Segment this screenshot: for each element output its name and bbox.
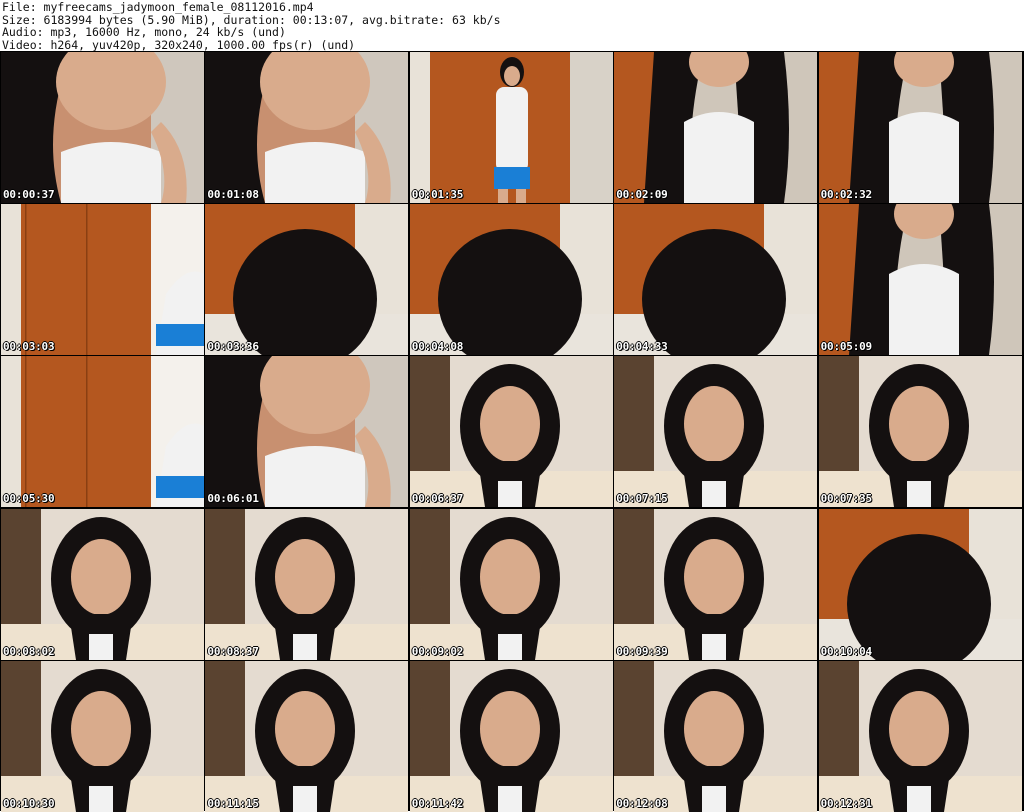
thumbnail-frame-image — [205, 52, 409, 203]
audio-info-line: Audio: mp3, 16000 Hz, mono, 24 kb/s (und… — [2, 25, 286, 39]
video-thumbnail: 00:06:01 — [205, 356, 409, 508]
video-thumbnail: 00:10:30 — [1, 660, 204, 812]
video-info-line: Video: h264, yuv420p, 320x240, 1000.00 f… — [2, 37, 356, 52]
video-thumbnail: 00:02:32 — [818, 52, 1022, 203]
thumbnail-frame-image — [409, 204, 613, 356]
video-thumbnail: 00:08:02 — [1, 508, 204, 660]
video-thumbnail: 00:08:37 — [205, 508, 409, 660]
thumbnail-timestamp: 00:07:15 — [616, 492, 668, 506]
thumbnail-timestamp: 00:10:30 — [3, 796, 55, 810]
thumbnail-timestamp: 00:00:37 — [3, 188, 55, 201]
video-thumbnail: 00:05:09 — [818, 204, 1022, 356]
video-thumbnail: 00:09:39 — [614, 508, 818, 660]
video-thumbnail: 00:04:08 — [409, 204, 613, 356]
thumbnail-grid: 00:00:37 00:01:08 00:01:35 00:02:09 00:0… — [0, 51, 1024, 812]
video-thumbnail: 00:07:15 — [614, 356, 818, 508]
thumbnail-frame-image — [409, 508, 613, 660]
thumbnail-timestamp: 00:08:37 — [207, 644, 259, 658]
thumbnail-frame-image — [1, 52, 204, 203]
thumbnail-frame-image — [818, 660, 1022, 812]
thumbnail-frame-image — [1, 204, 204, 356]
thumbnail-frame-image — [409, 660, 613, 812]
thumbnail-timestamp: 00:04:08 — [411, 340, 464, 354]
thumbnail-timestamp: 00:11:42 — [411, 796, 464, 810]
video-thumbnail: 00:05:30 — [1, 356, 204, 508]
thumbnail-timestamp: 00:09:02 — [411, 644, 464, 658]
video-thumbnail: 00:04:33 — [614, 204, 818, 356]
video-thumbnail: 00:09:02 — [409, 508, 613, 660]
thumbnail-frame-image — [614, 660, 818, 812]
thumbnail-timestamp: 00:05:30 — [3, 492, 55, 506]
thumbnail-frame-image — [614, 204, 818, 356]
thumbnail-frame-image — [818, 356, 1022, 508]
file-name-line: File: myfreecams_jadymoon_female_0811201… — [2, 0, 314, 14]
video-thumbnail: 00:12:31 — [818, 660, 1022, 812]
thumbnail-frame-image — [1, 660, 204, 812]
thumbnail-timestamp: 00:12:08 — [616, 796, 668, 810]
thumbnail-frame-image — [409, 356, 613, 508]
thumbnail-timestamp: 00:11:15 — [207, 796, 259, 810]
thumbnail-frame-image — [1, 356, 204, 508]
video-thumbnail: 00:03:36 — [205, 204, 409, 356]
thumbnail-timestamp: 00:05:09 — [820, 340, 873, 354]
thumbnail-timestamp: 00:01:08 — [207, 188, 259, 201]
video-thumbnail: 00:10:04 — [818, 508, 1022, 660]
thumbnail-timestamp: 00:06:01 — [207, 492, 259, 506]
thumbnail-frame-image — [409, 52, 613, 203]
thumbnail-timestamp: 00:03:03 — [3, 340, 55, 354]
thumbnail-frame-image — [818, 204, 1022, 356]
thumbnail-frame-image — [614, 356, 818, 508]
thumbnail-frame-image — [205, 204, 409, 356]
video-thumbnail: 00:01:08 — [205, 52, 409, 203]
thumbnail-timestamp: 00:07:35 — [820, 492, 873, 506]
video-thumbnail: 00:00:37 — [1, 52, 204, 203]
thumbnail-timestamp: 00:06:37 — [411, 492, 464, 506]
video-thumbnail: 00:07:35 — [818, 356, 1022, 508]
thumbnail-timestamp: 00:12:31 — [820, 796, 873, 810]
thumbnail-timestamp: 00:10:04 — [820, 644, 873, 658]
thumbnail-timestamp: 00:03:36 — [207, 340, 259, 354]
video-thumbnail: 00:11:42 — [409, 660, 613, 812]
thumbnail-frame-image — [205, 508, 409, 660]
video-thumbnail: 00:11:15 — [205, 660, 409, 812]
thumbnail-timestamp: 00:02:09 — [616, 188, 668, 201]
thumbnail-frame-image — [818, 508, 1022, 660]
thumbnail-frame-image — [614, 52, 818, 203]
video-thumbnail: 00:03:03 — [1, 204, 204, 356]
video-thumbnail: 00:06:37 — [409, 356, 613, 508]
thumbnail-frame-image — [205, 356, 409, 508]
video-thumbnail: 00:01:35 — [409, 52, 613, 203]
thumbnail-timestamp: 00:08:02 — [3, 644, 55, 658]
thumbnail-frame-image — [818, 52, 1022, 203]
video-info-header: File: myfreecams_jadymoon_female_0811201… — [2, 1, 1022, 51]
video-thumbnail: 00:02:09 — [614, 52, 818, 203]
thumbnail-timestamp: 00:04:33 — [616, 340, 668, 354]
video-thumbnail: 00:12:08 — [614, 660, 818, 812]
thumbnail-timestamp: 00:09:39 — [616, 644, 668, 658]
thumbnail-timestamp: 00:02:32 — [820, 188, 873, 201]
thumbnail-frame-image — [205, 660, 409, 812]
thumbnail-timestamp: 00:01:35 — [411, 188, 464, 201]
thumbnail-frame-image — [614, 508, 818, 660]
thumbnail-frame-image — [1, 508, 204, 660]
